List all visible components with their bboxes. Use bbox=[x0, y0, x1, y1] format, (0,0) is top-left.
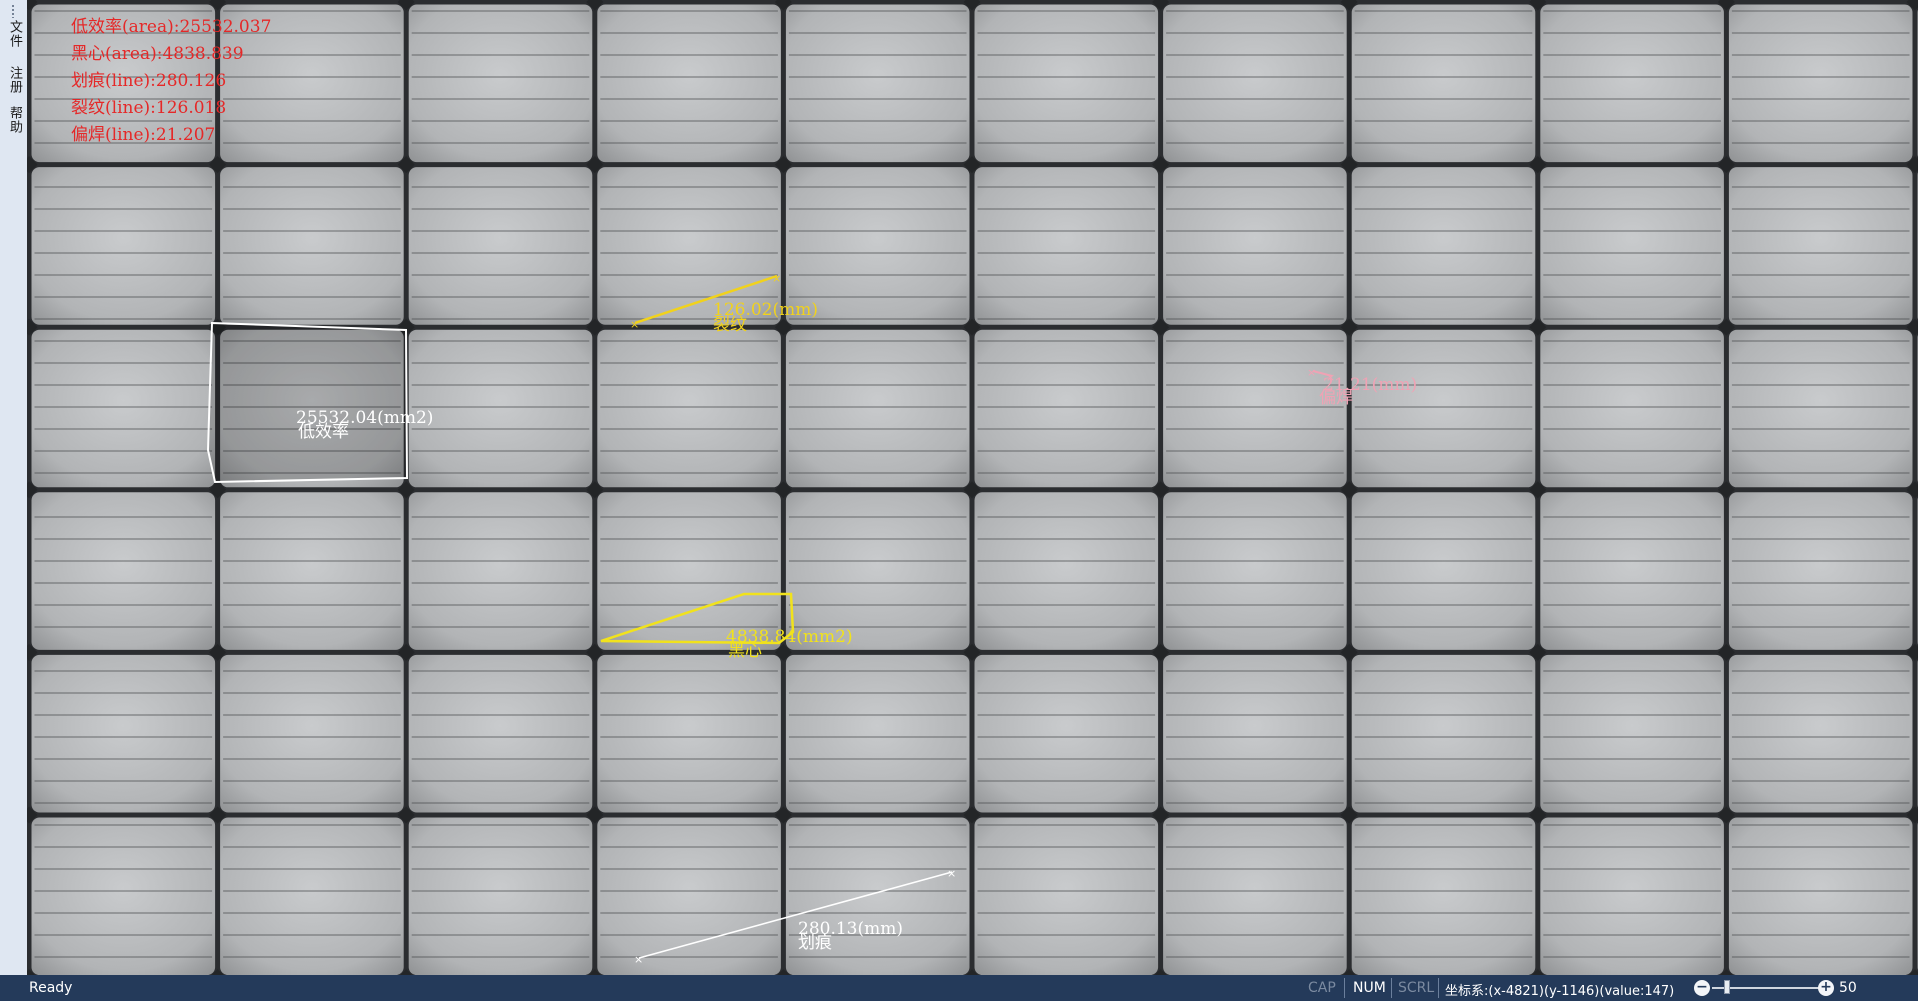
status-separator bbox=[1344, 978, 1345, 998]
cell-fingers bbox=[1731, 658, 1910, 809]
cell-fingers bbox=[788, 496, 967, 646]
cell-fingers bbox=[600, 496, 778, 646]
cell-fingers bbox=[788, 8, 967, 159]
cell-fingers bbox=[1354, 821, 1533, 972]
cell-fingers bbox=[223, 821, 401, 972]
coordinate-readout: 坐标系:(x-4821)(y-1146)(value:147) bbox=[1445, 984, 1675, 999]
stat-black-core: 黑心(area):4838.839 bbox=[71, 44, 244, 64]
stat-low-efficiency: 低效率(area):25532.037 bbox=[71, 17, 272, 37]
zoom-slider-thumb[interactable] bbox=[1724, 980, 1730, 994]
cell-fingers bbox=[788, 333, 967, 484]
menu-help[interactable]: 帮助 bbox=[2, 106, 24, 134]
cell-fingers bbox=[411, 496, 590, 646]
cell-fingers bbox=[34, 333, 213, 484]
cell-fingers bbox=[1166, 658, 1344, 809]
status-separator bbox=[1438, 978, 1439, 998]
cell-fingers bbox=[1354, 8, 1533, 159]
zoom-in-icon[interactable]: + bbox=[1818, 980, 1834, 996]
cell-fingers bbox=[600, 821, 778, 972]
cell-fingers bbox=[1543, 496, 1721, 646]
black-core-label: 黑心 bbox=[728, 641, 762, 661]
cell-fingers bbox=[977, 821, 1156, 972]
cell-fingers bbox=[788, 171, 967, 321]
scratch-label: 划痕 bbox=[798, 933, 832, 953]
cell-fingers bbox=[1543, 658, 1721, 809]
cell-fingers bbox=[34, 496, 213, 646]
cell-fingers bbox=[1166, 821, 1344, 972]
cell-fingers bbox=[1731, 8, 1910, 159]
cell-fingers bbox=[1166, 496, 1344, 646]
cell-fingers bbox=[977, 496, 1156, 646]
svg-text:×: × bbox=[1307, 366, 1316, 379]
cell-fingers bbox=[977, 171, 1156, 321]
num-indicator: NUM bbox=[1353, 980, 1386, 996]
cell-fingers bbox=[977, 658, 1156, 809]
svg-text:×: × bbox=[630, 318, 639, 331]
cell-fingers bbox=[1543, 171, 1721, 321]
scrl-indicator: SCRL bbox=[1398, 980, 1435, 996]
svg-text:×: × bbox=[772, 272, 781, 285]
cell-fingers bbox=[1354, 333, 1533, 484]
cell-fingers bbox=[411, 658, 590, 809]
cell-fingers bbox=[1731, 333, 1910, 484]
cell-fingers bbox=[1354, 658, 1533, 809]
solar-panel-image: × × × × × × 25532.04(mm2) 低效率 126.02(mm)… bbox=[27, 0, 1918, 975]
svg-text:×: × bbox=[634, 953, 643, 966]
cell-fingers bbox=[1166, 8, 1344, 159]
zoom-out-icon[interactable]: − bbox=[1694, 980, 1710, 996]
cell-fingers bbox=[600, 171, 778, 321]
el-image-viewer[interactable]: × × × × × × 25532.04(mm2) 低效率 126.02(mm)… bbox=[27, 0, 1918, 975]
status-ready: Ready bbox=[29, 980, 73, 996]
cell-fingers bbox=[1543, 821, 1721, 972]
cell-fingers bbox=[788, 658, 967, 809]
cap-indicator: CAP bbox=[1308, 980, 1336, 996]
cell-fingers bbox=[411, 8, 590, 159]
offset-weld-label: 偏焊 bbox=[1319, 388, 1353, 408]
crack-label: 裂纹 bbox=[713, 315, 747, 335]
cell-fingers bbox=[34, 658, 213, 809]
status-separator bbox=[1391, 978, 1392, 998]
status-bar: Ready CAP NUM SCRL 坐标系:(x-4821)(y-1146)(… bbox=[0, 975, 1918, 1001]
cell-fingers bbox=[1354, 171, 1533, 321]
cell-fingers bbox=[34, 821, 213, 972]
cell-fingers bbox=[600, 658, 778, 809]
cell-fingers bbox=[1166, 171, 1344, 321]
stat-scratch: 划痕(line):280.126 bbox=[71, 71, 227, 91]
cell-fingers bbox=[223, 658, 401, 809]
cell-fingers bbox=[223, 171, 401, 321]
defect-summary: 低效率(area):25532.037 黑心(area):4838.839 划痕… bbox=[71, 14, 271, 149]
cell-fingers bbox=[1731, 496, 1910, 646]
cell-fingers bbox=[1354, 496, 1533, 646]
cell-fingers bbox=[1166, 333, 1344, 484]
cell-fingers bbox=[1543, 333, 1721, 484]
cell-fingers bbox=[600, 333, 778, 484]
menu-register[interactable]: 注册 bbox=[2, 66, 24, 94]
menu-file[interactable]: 文件 bbox=[2, 20, 24, 48]
cell-fingers bbox=[600, 8, 778, 159]
cell-fingers bbox=[1543, 8, 1721, 159]
stat-offset-weld: 偏焊(line):21.207 bbox=[71, 125, 216, 145]
zoom-level: 50 bbox=[1839, 980, 1857, 996]
grip-handle-icon[interactable] bbox=[11, 4, 15, 18]
cell-fingers bbox=[223, 496, 401, 646]
cell-fingers bbox=[1731, 821, 1910, 972]
stat-crack: 裂纹(line):126.018 bbox=[71, 98, 227, 118]
low-efficiency-region[interactable] bbox=[206, 321, 409, 484]
cell-fingers bbox=[1731, 171, 1910, 321]
vertical-menu-bar: 文件 注册 帮助 bbox=[0, 0, 28, 975]
cell-fingers bbox=[411, 171, 590, 321]
cell-fingers bbox=[977, 8, 1156, 159]
low-efficiency-label: 低效率 bbox=[298, 422, 349, 442]
cell-fingers bbox=[977, 333, 1156, 484]
svg-text:×: × bbox=[947, 867, 956, 880]
cell-fingers bbox=[411, 821, 590, 972]
cell-fingers bbox=[34, 171, 213, 321]
cell-fingers bbox=[411, 333, 590, 484]
